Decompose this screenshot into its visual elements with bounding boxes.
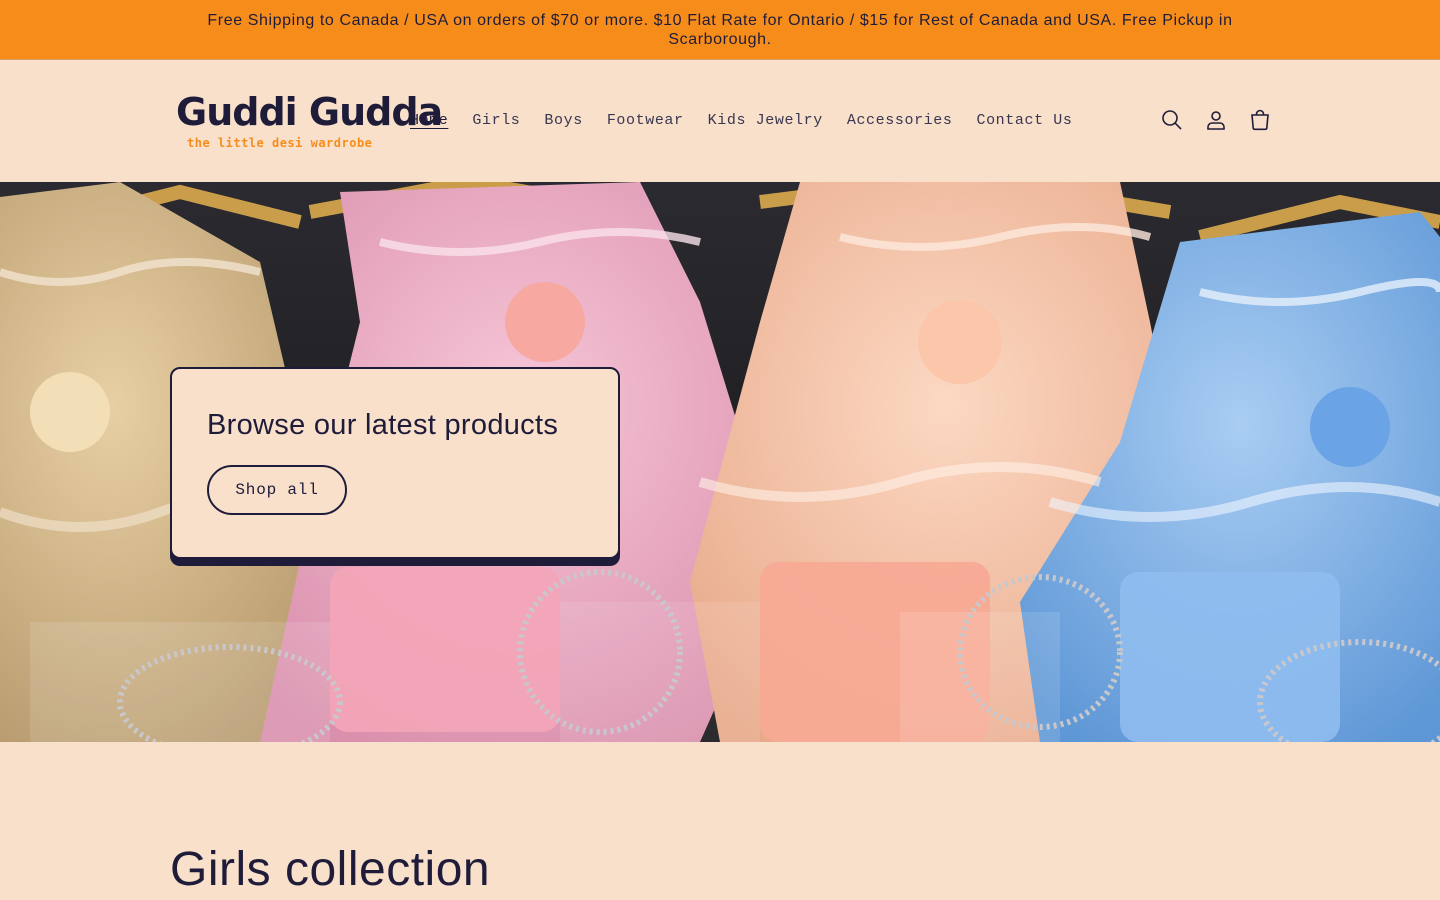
nav-home[interactable]: Home <box>398 108 460 133</box>
hero-banner: Browse our latest products Shop all <box>0 182 1440 742</box>
section-title: Girls collection <box>170 843 491 896</box>
search-icon <box>1162 110 1182 130</box>
hero-heading: Browse our latest products <box>207 409 559 441</box>
nav-boys[interactable]: Boys <box>532 108 594 133</box>
header-icons <box>1150 98 1282 142</box>
shop-all-button[interactable]: Shop all <box>207 465 347 515</box>
logo-tagline: the little desi wardrobe <box>187 136 373 150</box>
nav-kids-jewelry[interactable]: Kids Jewelry <box>696 108 835 133</box>
main-nav: Home Girls Boys Footwear Kids Jewelry Ac… <box>398 108 1085 133</box>
cart-icon <box>1251 109 1269 131</box>
nav-girls[interactable]: Girls <box>460 108 532 133</box>
announcement-bar: Free Shipping to Canada / USA on orders … <box>0 0 1440 60</box>
cart-button[interactable] <box>1238 98 1282 142</box>
account-button[interactable] <box>1194 98 1238 142</box>
nav-accessories[interactable]: Accessories <box>835 108 965 133</box>
logo[interactable]: Guddi Gudda the little desi wardrobe <box>172 90 443 156</box>
nav-contact-us[interactable]: Contact Us <box>964 108 1084 133</box>
nav-footwear[interactable]: Footwear <box>595 108 696 133</box>
search-button[interactable] <box>1150 98 1194 142</box>
account-icon <box>1207 111 1225 130</box>
site-header: Guddi Gudda the little desi wardrobe Hom… <box>0 60 1440 182</box>
hero-content-box: Browse our latest products Shop all <box>170 367 620 559</box>
announcement-text: Free Shipping to Canada / USA on orders … <box>207 11 1233 48</box>
